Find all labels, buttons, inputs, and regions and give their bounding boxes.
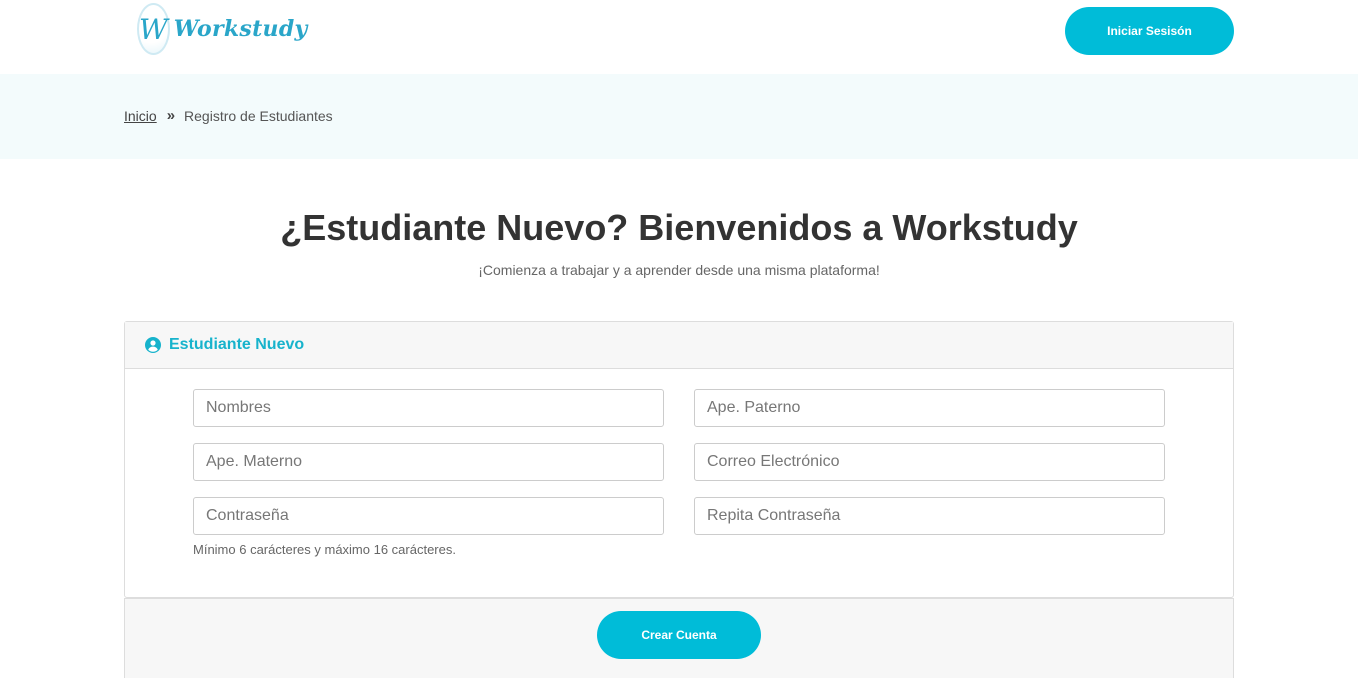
site-header: W Workstudy Iniciar Sesisón <box>0 0 1358 74</box>
ape-materno-input[interactable] <box>193 443 664 481</box>
registration-card: Estudiante Nuevo Mínimo 6 carácteres y m… <box>124 321 1234 598</box>
breadcrumb-current: Registro de Estudiantes <box>184 107 333 124</box>
password-hint: Mínimo 6 carácteres y máximo 16 carácter… <box>193 542 456 557</box>
repeat-password-input[interactable] <box>694 497 1165 535</box>
breadcrumb-band: Inicio » Registro de Estudiantes <box>0 74 1358 159</box>
logo-mark: W <box>137 3 170 55</box>
page-subtitle: ¡Comienza a trabajar y a aprender desde … <box>478 262 880 278</box>
user-circle-icon <box>145 337 161 353</box>
breadcrumb: Inicio » Registro de Estudiantes <box>124 107 333 124</box>
ape-paterno-input[interactable] <box>694 389 1165 427</box>
card-footer: Crear Cuenta <box>124 598 1234 678</box>
card-header: Estudiante Nuevo <box>125 322 1233 369</box>
card-title: Estudiante Nuevo <box>169 336 305 353</box>
password-input[interactable] <box>193 497 664 535</box>
logo-text: Workstudy <box>173 16 308 42</box>
login-button[interactable]: Iniciar Sesisón <box>1065 7 1234 55</box>
create-account-button[interactable]: Crear Cuenta <box>597 611 761 659</box>
logo[interactable]: W Workstudy <box>137 3 307 55</box>
breadcrumb-home-link[interactable]: Inicio <box>124 108 157 124</box>
page-title: ¿Estudiante Nuevo? Bienvenidos a Workstu… <box>280 207 1078 248</box>
email-input[interactable] <box>694 443 1165 481</box>
logo-letter: W <box>139 12 168 46</box>
nombres-input[interactable] <box>193 389 664 427</box>
double-chevron-right-icon: » <box>166 107 176 124</box>
